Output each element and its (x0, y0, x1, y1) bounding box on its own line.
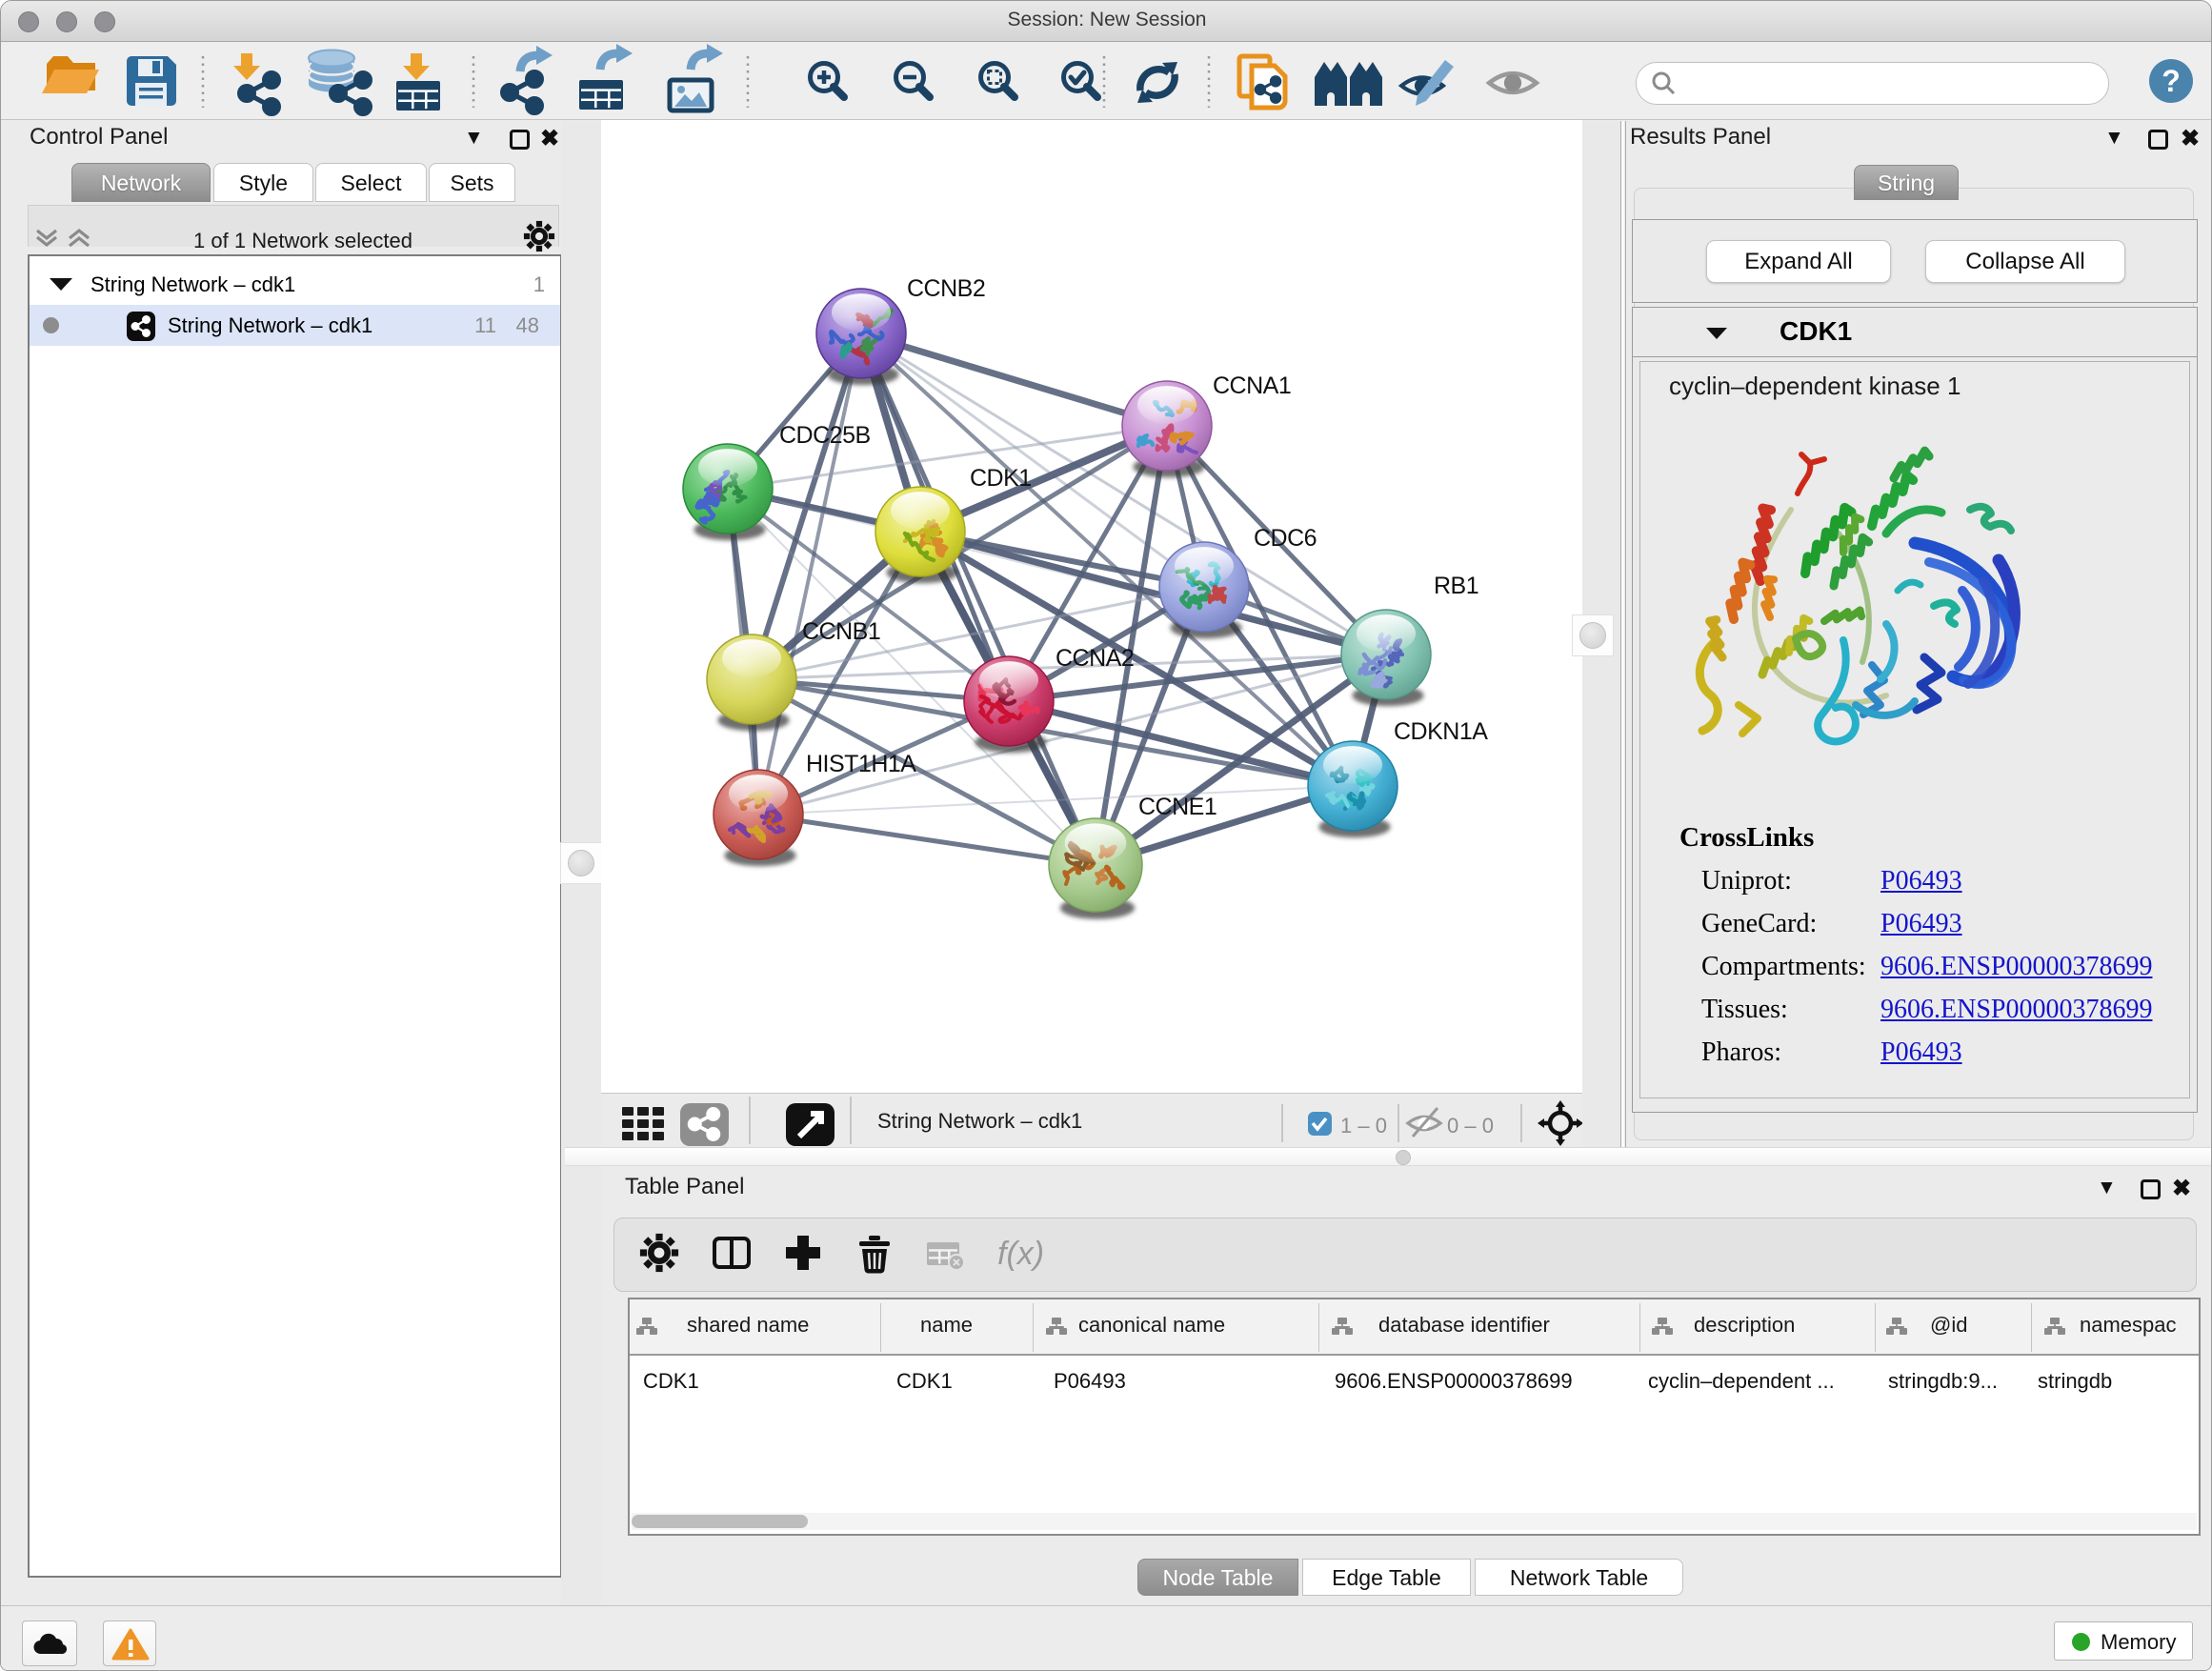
svg-text:CCNB1: CCNB1 (802, 618, 880, 645)
svg-text:CCNB2: CCNB2 (907, 275, 985, 302)
svg-text:CCNE1: CCNE1 (1138, 794, 1217, 820)
svg-text:f(x): f(x) (997, 1236, 1044, 1272)
svg-text:CDK1: CDK1 (970, 465, 1032, 492)
svg-text:CDC25B: CDC25B (779, 422, 871, 449)
svg-text:CCNA1: CCNA1 (1213, 372, 1291, 399)
svg-text:0 – 0: 0 – 0 (1447, 1114, 1494, 1137)
svg-text:HIST1H1A: HIST1H1A (806, 751, 916, 777)
svg-text:1 – 0: 1 – 0 (1340, 1114, 1387, 1137)
svg-text:CDC6: CDC6 (1254, 525, 1317, 552)
svg-text:RB1: RB1 (1434, 573, 1478, 599)
svg-text:CDKN1A: CDKN1A (1394, 718, 1488, 745)
svg-text:CCNA2: CCNA2 (1056, 645, 1134, 672)
